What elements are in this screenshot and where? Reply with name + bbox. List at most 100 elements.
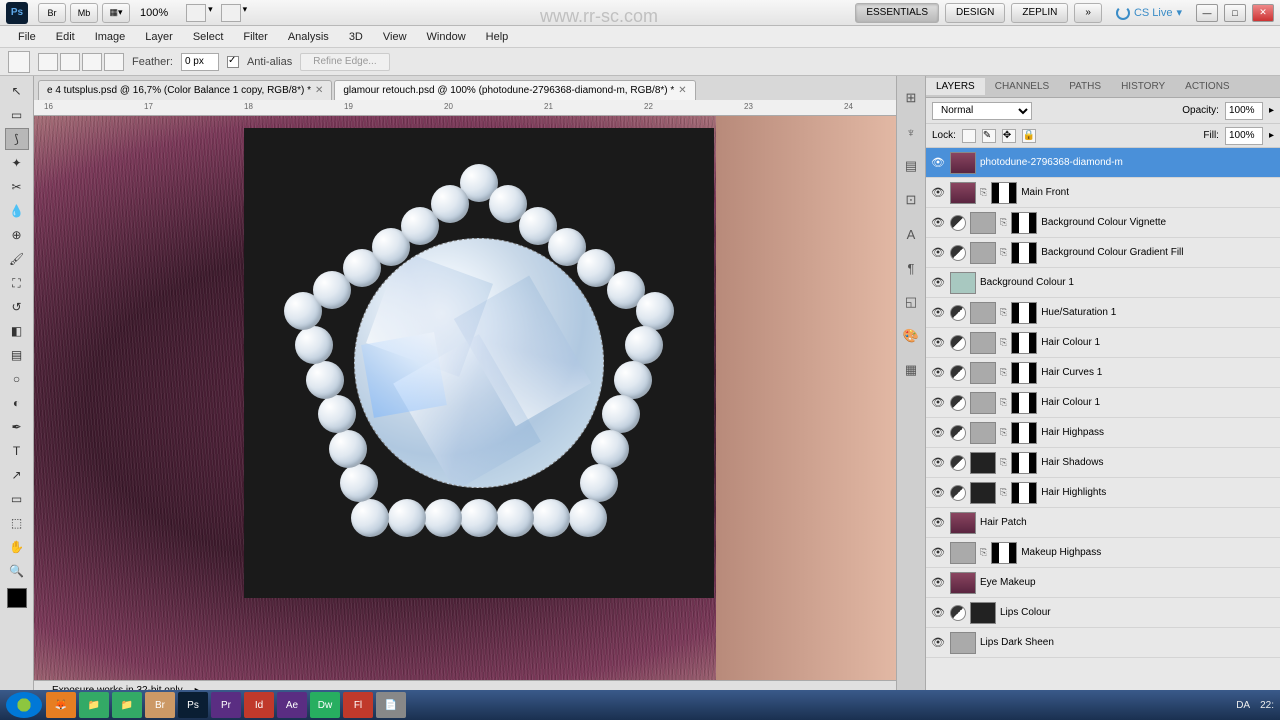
menu-image[interactable]: Image (85, 29, 136, 45)
workspace-essentials[interactable]: ESSENTIALS (855, 3, 939, 23)
tab-close-icon[interactable]: ✕ (678, 85, 686, 96)
layer-thumbnail[interactable] (950, 632, 976, 654)
visibility-toggle-icon[interactable]: 👁 (930, 186, 946, 199)
layer-thumbnail[interactable] (1011, 212, 1037, 234)
layer-thumbnail[interactable] (970, 242, 996, 264)
lock-position-icon[interactable]: ✥ (1002, 129, 1016, 143)
layer-thumbnail[interactable] (970, 362, 996, 384)
current-tool-icon[interactable] (8, 51, 30, 73)
menu-window[interactable]: Window (417, 29, 476, 45)
layer-name[interactable]: Hair Shadows (1041, 457, 1276, 468)
canvas[interactable] (34, 116, 896, 700)
layer-name[interactable]: Makeup Highpass (1021, 547, 1276, 558)
3d-tool[interactable]: ⬚ (5, 512, 29, 534)
layer-name[interactable]: Lips Colour (1000, 607, 1276, 618)
panel-icon[interactable]: ▦ (901, 360, 921, 380)
layer-thumbnail[interactable] (970, 452, 996, 474)
fill-input[interactable] (1225, 127, 1263, 145)
layer-thumbnail[interactable] (970, 332, 996, 354)
panel-icon[interactable]: ▤ (901, 156, 921, 176)
selection-add-icon[interactable] (60, 53, 80, 71)
layer-thumbnail[interactable] (970, 212, 996, 234)
visibility-toggle-icon[interactable]: 👁 (930, 606, 946, 619)
visibility-toggle-icon[interactable]: 👁 (930, 426, 946, 439)
lock-transparency-icon[interactable] (962, 129, 976, 143)
menu-layer[interactable]: Layer (135, 29, 183, 45)
zoom-level[interactable]: 100% (140, 7, 168, 19)
history-brush-tool[interactable]: ↺ (5, 296, 29, 318)
healing-tool[interactable]: ⊕ (5, 224, 29, 246)
layer-row[interactable]: 👁 Background Colour 1 (926, 268, 1280, 298)
layer-name[interactable]: Hair Colour 1 (1041, 397, 1276, 408)
layer-name[interactable]: Lips Dark Sheen (980, 637, 1276, 648)
maximize-button[interactable]: □ (1224, 4, 1246, 22)
viewextras-button[interactable]: ▦▾ (102, 3, 130, 23)
visibility-toggle-icon[interactable]: 👁 (930, 456, 946, 469)
path-tool[interactable]: ↗ (5, 464, 29, 486)
layers-list[interactable]: 👁photodune-2796368-diamond-m👁⎘Main Front… (926, 148, 1280, 700)
layer-row[interactable]: 👁⎘Hair Highpass (926, 418, 1280, 448)
visibility-toggle-icon[interactable]: 👁 (930, 366, 946, 379)
zoom-tool[interactable]: 🔍 (5, 560, 29, 582)
visibility-toggle-icon[interactable]: 👁 (930, 486, 946, 499)
taskbar-app[interactable]: Fl (343, 692, 373, 718)
workspace-more[interactable]: » (1074, 3, 1102, 23)
panel-icon[interactable]: ◱ (901, 292, 921, 312)
minibridge-button[interactable]: Mb (70, 3, 98, 23)
blur-tool[interactable]: ○ (5, 368, 29, 390)
selection-intersect-icon[interactable] (104, 53, 124, 71)
hand-tool[interactable]: ✋ (5, 536, 29, 558)
feather-input[interactable] (181, 53, 219, 71)
layer-row[interactable]: 👁 Lips Colour (926, 598, 1280, 628)
layer-row[interactable]: 👁 photodune-2796368-diamond-m (926, 148, 1280, 178)
tray-lang[interactable]: DA (1236, 700, 1250, 711)
layer-name[interactable]: Hair Colour 1 (1041, 337, 1276, 348)
taskbar-app[interactable]: Dw (310, 692, 340, 718)
layer-thumbnail[interactable] (1011, 332, 1037, 354)
taskbar-app[interactable]: Ps (178, 692, 208, 718)
layer-row[interactable]: 👁⎘Makeup Highpass (926, 538, 1280, 568)
arrange-documents[interactable]: ▾ (186, 4, 213, 22)
layer-name[interactable]: photodune-2796368-diamond-m (980, 157, 1276, 168)
dodge-tool[interactable]: ◐ (5, 392, 29, 414)
layer-name[interactable]: Background Colour 1 (980, 277, 1276, 288)
layer-thumbnail[interactable] (1011, 422, 1037, 444)
panel-tab-paths[interactable]: PATHS (1059, 78, 1111, 95)
visibility-toggle-icon[interactable]: 👁 (930, 276, 946, 289)
layer-name[interactable]: Hair Highlights (1041, 487, 1276, 498)
layer-thumbnail[interactable] (950, 512, 976, 534)
document-tab[interactable]: glamour retouch.psd @ 100% (photodune-27… (334, 80, 695, 100)
document-tab[interactable]: e 4 tutsplus.psd @ 16,7% (Color Balance … (38, 80, 332, 100)
layer-name[interactable]: Hair Patch (980, 517, 1276, 528)
screen-mode[interactable]: ▾ (221, 4, 248, 22)
layer-row[interactable]: 👁⎘Hair Curves 1 (926, 358, 1280, 388)
layer-thumbnail[interactable] (1011, 302, 1037, 324)
lasso-tool[interactable]: ⟆ (5, 128, 29, 150)
visibility-toggle-icon[interactable]: 👁 (930, 156, 946, 169)
visibility-toggle-icon[interactable]: 👁 (930, 516, 946, 529)
opacity-input[interactable] (1225, 102, 1263, 120)
taskbar-app[interactable]: 📁 (79, 692, 109, 718)
bridge-button[interactable]: Br (38, 3, 66, 23)
layer-thumbnail[interactable] (1011, 362, 1037, 384)
visibility-toggle-icon[interactable]: 👁 (930, 246, 946, 259)
workspace-design[interactable]: DESIGN (945, 3, 1005, 23)
layer-row[interactable]: 👁⎘Background Colour Gradient Fill (926, 238, 1280, 268)
stamp-tool[interactable]: ⛶ (5, 272, 29, 294)
layer-row[interactable]: 👁⎘Background Colour Vignette (926, 208, 1280, 238)
taskbar-app[interactable]: Pr (211, 692, 241, 718)
antialias-checkbox[interactable] (227, 56, 239, 68)
taskbar-app[interactable]: Br (145, 692, 175, 718)
layer-name[interactable]: Hue/Saturation 1 (1041, 307, 1276, 318)
layer-thumbnail[interactable] (970, 392, 996, 414)
menu-analysis[interactable]: Analysis (278, 29, 339, 45)
crop-tool[interactable]: ✂ (5, 176, 29, 198)
blend-mode-select[interactable]: Normal (932, 102, 1032, 120)
layer-row[interactable]: 👁⎘Hair Highlights (926, 478, 1280, 508)
layer-name[interactable]: Hair Curves 1 (1041, 367, 1276, 378)
layer-thumbnail[interactable] (1011, 452, 1037, 474)
start-button[interactable] (6, 692, 42, 718)
workspace-zeplin[interactable]: ZEPLIN (1011, 3, 1068, 23)
menu-view[interactable]: View (373, 29, 417, 45)
panel-tab-history[interactable]: HISTORY (1111, 78, 1175, 95)
